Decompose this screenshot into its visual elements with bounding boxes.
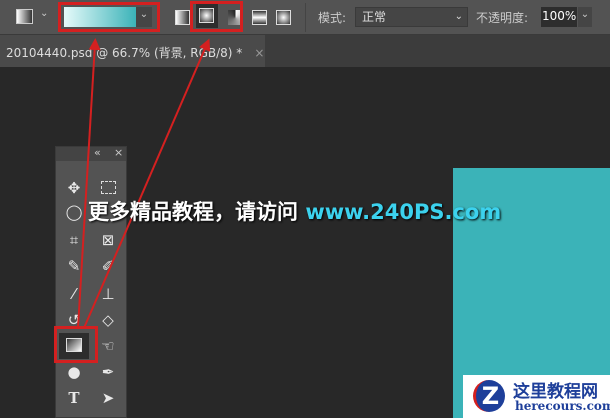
logo-domain: herecours.com xyxy=(515,399,610,413)
logo-z-icon: Z xyxy=(473,380,505,412)
watermark-text: 更多精品教程，请访问 www.240PS.com xyxy=(88,200,502,224)
watermark-url: www.240PS.com xyxy=(305,200,502,224)
site-logo: Z 这里教程网 herecours.com xyxy=(463,375,610,418)
